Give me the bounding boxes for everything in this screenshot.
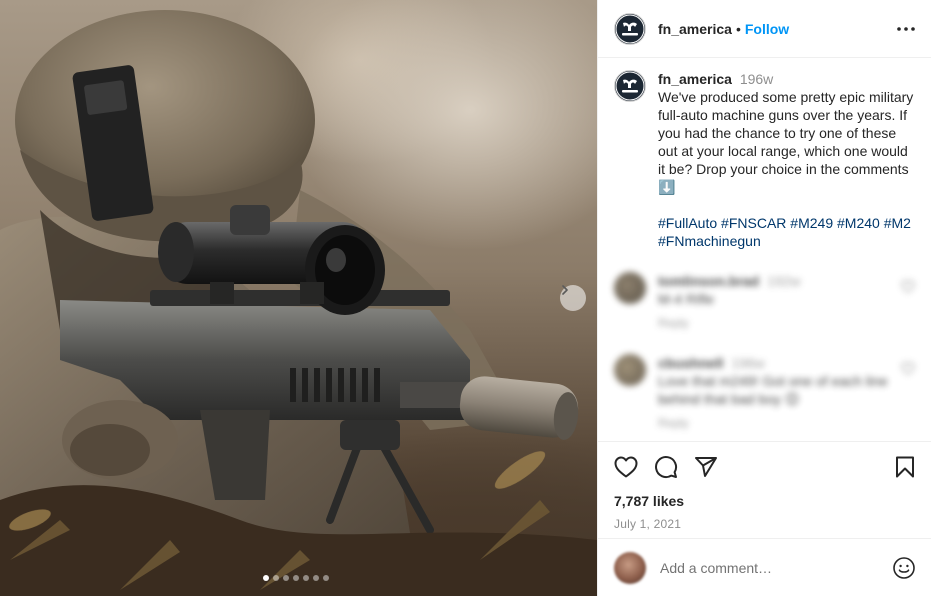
- caption-avatar[interactable]: [614, 70, 646, 102]
- chevron-right-icon: [562, 285, 568, 295]
- carousel-dot: [273, 575, 279, 581]
- post-media[interactable]: [0, 0, 597, 596]
- bookmark-icon: [896, 456, 914, 477]
- caption-hashtags: #FullAuto #FNSCAR #M249 #M240 #M2 #FNmac…: [658, 214, 915, 250]
- more-horizontal-icon: [897, 26, 915, 31]
- comment-like-button[interactable]: [901, 362, 915, 432]
- heart-icon: [614, 456, 638, 477]
- post-side-panel: fn_america • Follow fn_america 196w We'v…: [597, 0, 931, 596]
- post-image: [0, 10, 597, 596]
- post-date[interactable]: July 1, 2021: [598, 517, 931, 531]
- comment-like-button[interactable]: [901, 280, 915, 332]
- comment-input[interactable]: [660, 559, 880, 576]
- fn-logo-icon: [615, 14, 645, 43]
- reply-button[interactable]: Reply: [658, 314, 888, 332]
- heart-icon: [901, 280, 915, 293]
- comment-username[interactable]: cbushnell: [658, 355, 723, 371]
- next-image-button[interactable]: [560, 285, 586, 311]
- post-username[interactable]: fn_america: [658, 21, 732, 37]
- comment-text: Love that m249! Got one of each line beh…: [658, 373, 888, 407]
- fn-logo-icon: [615, 71, 645, 101]
- comment-button[interactable]: [654, 455, 678, 479]
- like-button[interactable]: [614, 456, 638, 478]
- commenter-avatar[interactable]: [614, 272, 646, 304]
- caption-text: We've produced some pretty epic military…: [658, 89, 914, 195]
- comment-item: cbushnell 196w Love that m249! Got one o…: [614, 354, 915, 432]
- current-user-avatar: [614, 551, 646, 584]
- carousel-dot: [313, 575, 319, 581]
- comments-scroll-area[interactable]: fn_america 196w We've produced some pret…: [598, 58, 931, 441]
- emoji-icon: [893, 556, 915, 579]
- post-header: fn_america • Follow: [598, 0, 931, 58]
- share-icon: [695, 456, 717, 477]
- profile-avatar[interactable]: [614, 12, 646, 45]
- post-caption: fn_america 196w We've produced some pret…: [614, 70, 915, 250]
- carousel-dot: [323, 575, 329, 581]
- caption-age: 196w: [739, 71, 774, 87]
- caption-username[interactable]: fn_america: [658, 71, 732, 87]
- carousel-dot: [293, 575, 299, 581]
- hashtag-link[interactable]: #FNmachinegun: [658, 233, 761, 249]
- commenter-avatar[interactable]: [614, 354, 646, 386]
- likes-count[interactable]: 7,787 likes: [598, 493, 931, 509]
- comment-username[interactable]: tomlinson.brad: [658, 273, 759, 289]
- hashtag-link[interactable]: #FNSCAR: [721, 215, 786, 231]
- post-actions: [598, 441, 931, 491]
- comment-icon: [655, 455, 678, 478]
- add-comment-bar: [598, 538, 931, 596]
- save-button[interactable]: [895, 456, 915, 478]
- comment-time: 192w: [767, 273, 801, 289]
- separator-dot: •: [735, 20, 741, 37]
- carousel-indicator: [263, 575, 329, 581]
- more-options-button[interactable]: [897, 26, 915, 31]
- heart-icon: [901, 362, 915, 375]
- hashtag-link[interactable]: #FullAuto: [658, 215, 717, 231]
- hashtag-link[interactable]: #M249: [790, 215, 833, 231]
- follow-button[interactable]: Follow: [745, 21, 789, 37]
- post-dialog: fn_america • Follow fn_america 196w We'v…: [0, 0, 931, 596]
- comment-time: 196w: [731, 355, 765, 371]
- comment-item: tomlinson.brad 192w M-4 Rifle Reply: [614, 272, 915, 332]
- carousel-dot: [283, 575, 289, 581]
- share-button[interactable]: [694, 456, 718, 478]
- carousel-dot: [303, 575, 309, 581]
- hashtag-link[interactable]: #M2: [884, 215, 911, 231]
- emoji-button[interactable]: [892, 556, 916, 580]
- reply-button[interactable]: Reply: [658, 414, 888, 432]
- comment-text: M-4 Rifle: [658, 291, 715, 307]
- hashtag-link[interactable]: #M240: [837, 215, 880, 231]
- carousel-dot: [263, 575, 269, 581]
